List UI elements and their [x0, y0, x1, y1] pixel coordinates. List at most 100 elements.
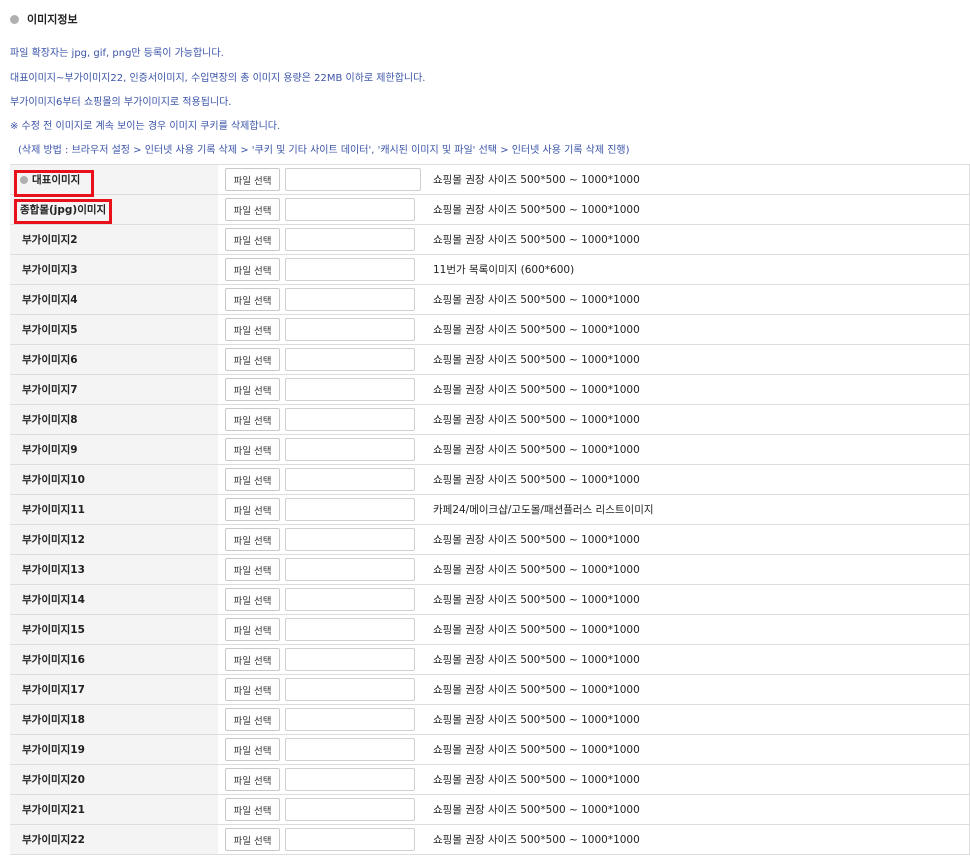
row-file-cell	[285, 494, 425, 525]
row-hint: 쇼핑몰 권장 사이즈 500*500 ~ 1000*1000	[425, 194, 970, 225]
image-row: 부가이미지14 파일 선택 쇼핑몰 권장 사이즈 500*500 ~ 1000*10…	[10, 584, 970, 615]
row-hint: 카페24/메이크샵/고도몰/패션플러스 리스트이미지	[425, 494, 970, 525]
row-hint: 쇼핑몰 권장 사이즈 500*500 ~ 1000*1000	[425, 344, 970, 375]
file-select-button[interactable]: 파일 선택	[225, 828, 280, 851]
row-label: 부가이미지18	[22, 714, 85, 726]
file-select-button[interactable]: 파일 선택	[225, 168, 280, 191]
file-name-field[interactable]	[285, 528, 415, 551]
file-name-field[interactable]	[285, 378, 415, 401]
row-file-cell	[285, 314, 425, 345]
file-name-field[interactable]	[285, 588, 415, 611]
row-label: 부가이미지5	[22, 324, 78, 336]
row-label: 부가이미지2	[22, 234, 78, 246]
row-file-cell	[285, 614, 425, 645]
row-label: 부가이미지9	[22, 444, 78, 456]
image-row: 부가이미지15 파일 선택 쇼핑몰 권장 사이즈 500*500 ~ 1000*10…	[10, 614, 970, 645]
file-name-field[interactable]	[285, 168, 421, 191]
file-select-button[interactable]: 파일 선택	[225, 348, 280, 371]
row-file-cell	[285, 554, 425, 585]
file-name-field[interactable]	[285, 558, 415, 581]
row-label-cell: 부가이미지5	[10, 314, 218, 345]
row-button-cell: 파일 선택	[218, 494, 285, 525]
row-label: 부가이미지8	[22, 414, 78, 426]
file-select-button[interactable]: 파일 선택	[225, 378, 280, 401]
row-label: 부가이미지19	[22, 744, 85, 756]
row-hint: 쇼핑몰 권장 사이즈 500*500 ~ 1000*1000	[425, 824, 970, 855]
row-file-cell	[285, 224, 425, 255]
file-select-button[interactable]: 파일 선택	[225, 498, 280, 521]
row-file-cell	[285, 254, 425, 285]
file-select-button[interactable]: 파일 선택	[225, 798, 280, 821]
file-select-button[interactable]: 파일 선택	[225, 558, 280, 581]
file-name-field[interactable]	[285, 648, 415, 671]
file-name-field[interactable]	[285, 738, 415, 761]
row-button-cell: 파일 선택	[218, 224, 285, 255]
file-select-button[interactable]: 파일 선택	[225, 768, 280, 791]
row-hint: 쇼핑몰 권장 사이즈 500*500 ~ 1000*1000	[425, 314, 970, 345]
file-name-field[interactable]	[285, 498, 415, 521]
file-select-button[interactable]: 파일 선택	[225, 228, 280, 251]
file-select-button[interactable]: 파일 선택	[225, 318, 280, 341]
image-row: 종합몰(jpg)이미지 파일 선택 쇼핑몰 권장 사이즈 500*500 ~ 100…	[10, 194, 970, 225]
row-file-cell	[285, 164, 425, 195]
file-name-field[interactable]	[285, 348, 415, 371]
file-name-field[interactable]	[285, 318, 415, 341]
row-file-cell	[285, 404, 425, 435]
file-select-button[interactable]: 파일 선택	[225, 258, 280, 281]
row-label: 부가이미지6	[22, 354, 78, 366]
file-select-button[interactable]: 파일 선택	[225, 408, 280, 431]
file-name-field[interactable]	[285, 228, 415, 251]
image-row: 부가이미지10 파일 선택 쇼핑몰 권장 사이즈 500*500 ~ 1000*10…	[10, 464, 970, 495]
file-select-button[interactable]: 파일 선택	[225, 588, 280, 611]
row-label-cell: 부가이미지14	[10, 584, 218, 615]
file-name-field[interactable]	[285, 258, 415, 281]
image-row: 부가이미지16 파일 선택 쇼핑몰 권장 사이즈 500*500 ~ 1000*10…	[10, 644, 970, 675]
file-name-field[interactable]	[285, 708, 415, 731]
row-hint: 쇼핑몰 권장 사이즈 500*500 ~ 1000*1000	[425, 374, 970, 405]
row-label: 부가이미지11	[22, 504, 85, 516]
row-hint: 쇼핑몰 권장 사이즈 500*500 ~ 1000*1000	[425, 584, 970, 615]
image-row: 부가이미지11 파일 선택 카페24/메이크샵/고도몰/패션플러스 리스트이미지	[10, 494, 970, 525]
row-button-cell: 파일 선택	[218, 734, 285, 765]
row-label: 부가이미지10	[22, 474, 85, 486]
file-select-button[interactable]: 파일 선택	[225, 618, 280, 641]
image-row: 부가이미지18 파일 선택 쇼핑몰 권장 사이즈 500*500 ~ 1000*10…	[10, 704, 970, 735]
row-hint: 11번가 목록이미지 (600*600)	[425, 254, 970, 285]
row-label-cell: 부가이미지4	[10, 284, 218, 315]
row-hint: 쇼핑몰 권장 사이즈 500*500 ~ 1000*1000	[425, 284, 970, 315]
file-select-button[interactable]: 파일 선택	[225, 708, 280, 731]
row-file-cell	[285, 704, 425, 735]
file-name-field[interactable]	[285, 198, 415, 221]
file-name-field[interactable]	[285, 468, 415, 491]
file-name-field[interactable]	[285, 678, 415, 701]
file-select-button[interactable]: 파일 선택	[225, 468, 280, 491]
row-label: 부가이미지4	[22, 294, 78, 306]
file-select-button[interactable]: 파일 선택	[225, 678, 280, 701]
row-hint: 쇼핑몰 권장 사이즈 500*500 ~ 1000*1000	[425, 554, 970, 585]
notice-extensions: 파일 확장자는 jpg, gif, png만 등록이 가능합니다.	[10, 48, 224, 59]
file-select-button[interactable]: 파일 선택	[225, 198, 280, 221]
row-label-cell: 부가이미지21	[10, 794, 218, 825]
row-label-cell: 부가이미지12	[10, 524, 218, 555]
file-name-field[interactable]	[285, 828, 415, 851]
row-label-cell: 부가이미지9	[10, 434, 218, 465]
file-name-field[interactable]	[285, 288, 415, 311]
file-name-field[interactable]	[285, 408, 415, 431]
section-title-text: 이미지정보	[27, 13, 78, 26]
row-button-cell: 파일 선택	[218, 584, 285, 615]
file-select-button[interactable]: 파일 선택	[225, 438, 280, 461]
file-select-button[interactable]: 파일 선택	[225, 648, 280, 671]
file-name-field[interactable]	[285, 768, 415, 791]
row-label: 부가이미지16	[22, 654, 85, 666]
row-file-cell	[285, 794, 425, 825]
file-select-button[interactable]: 파일 선택	[225, 288, 280, 311]
row-label-cell: 부가이미지13	[10, 554, 218, 585]
row-label: 부가이미지13	[22, 564, 85, 576]
file-name-field[interactable]	[285, 618, 415, 641]
row-hint: 쇼핑몰 권장 사이즈 500*500 ~ 1000*1000	[425, 404, 970, 435]
row-button-cell: 파일 선택	[218, 824, 285, 855]
file-select-button[interactable]: 파일 선택	[225, 738, 280, 761]
file-name-field[interactable]	[285, 438, 415, 461]
file-name-field[interactable]	[285, 798, 415, 821]
file-select-button[interactable]: 파일 선택	[225, 528, 280, 551]
